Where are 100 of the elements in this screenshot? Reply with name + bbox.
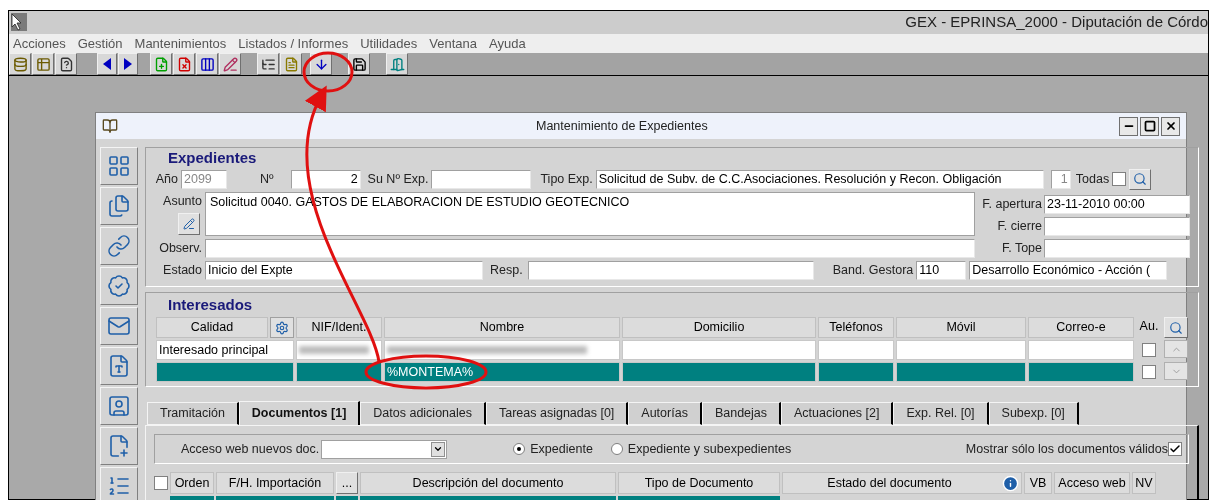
- menu-item[interactable]: Acciones: [13, 33, 66, 53]
- menu-item[interactable]: Gestión: [77, 33, 123, 53]
- input-field[interactable]: Solicitud de Subv. de C.C.Asociaciones. Resolución y Recon. Obligación: [595, 169, 1044, 189]
- tab[interactable]: Actuaciones [2]: [781, 402, 894, 425]
- tab[interactable]: Tareas asignadas [0]: [485, 402, 629, 425]
- side-toolbar-button[interactable]: [100, 427, 138, 465]
- column-header: NV: [1135, 474, 1153, 492]
- notepad-icon: [283, 56, 299, 72]
- toolbar-button[interactable]: [118, 53, 138, 75]
- menu-item[interactable]: Ventana: [429, 33, 477, 53]
- field-label: Expediente: [530, 440, 593, 458]
- more-button[interactable]: ...: [336, 472, 358, 494]
- search-button[interactable]: [1129, 168, 1152, 190]
- toolbar-button[interactable]: [55, 53, 77, 75]
- tab[interactable]: Datos adicionales: [360, 402, 486, 425]
- column-header: Au.: [1138, 318, 1160, 335]
- side-toolbar-button[interactable]: [100, 187, 138, 225]
- column-header: Teléfonos: [818, 317, 894, 338]
- input-field[interactable]: 110: [916, 261, 967, 280]
- radio-button[interactable]: [610, 443, 623, 455]
- field-label: Asunto: [163, 193, 202, 210]
- menu-item[interactable]: Mantenimientos: [134, 33, 227, 53]
- menu-item[interactable]: Ayuda: [489, 33, 526, 53]
- menu-item[interactable]: Listados / Informes: [238, 33, 349, 53]
- field-label: Su Nº Exp.: [367, 170, 429, 188]
- download-icon: [313, 56, 329, 72]
- input-field[interactable]: Inicio del Expte: [205, 261, 483, 280]
- app-icon: [11, 13, 27, 32]
- toolbar-button[interactable]: [32, 53, 54, 75]
- input-field[interactable]: 1: [1050, 169, 1071, 189]
- side-toolbar-button[interactable]: [100, 227, 138, 265]
- side-toolbar-button[interactable]: [100, 467, 138, 500]
- tab[interactable]: Documentos [1]: [238, 401, 361, 426]
- close-icon: [1164, 120, 1177, 132]
- field-label: F. cierre: [997, 218, 1042, 236]
- tab[interactable]: Exp. Rel. [0]: [893, 402, 989, 425]
- toolbar-button[interactable]: [257, 53, 279, 75]
- annotation-circle: [302, 51, 354, 93]
- side-toolbar-button[interactable]: [100, 147, 138, 185]
- radio-button[interactable]: [513, 443, 526, 455]
- checkbox[interactable]: [1142, 365, 1156, 379]
- checkbox[interactable]: [154, 476, 168, 490]
- input-field[interactable]: 23-11-2010 00:00: [1044, 195, 1190, 214]
- window-control-button[interactable]: [1119, 116, 1138, 136]
- checkbox[interactable]: [1168, 442, 1182, 456]
- field-label: Resp.: [490, 262, 523, 280]
- database-question-icon: [12, 56, 28, 72]
- tab[interactable]: Tramitación: [147, 402, 239, 425]
- menu-item[interactable]: Utilidades: [360, 33, 418, 53]
- window-control-button[interactable]: [1161, 116, 1180, 136]
- table-cell: %MONTEMA%: [384, 362, 620, 382]
- search-icon: [1133, 172, 1148, 186]
- column-header: Móvil: [896, 317, 1026, 338]
- column-header: Estado del documento: [827, 474, 952, 492]
- info-icon: [1002, 474, 1019, 492]
- side-toolbar-button[interactable]: [100, 267, 138, 305]
- input-field[interactable]: [1044, 239, 1190, 258]
- save-icon: [351, 56, 367, 72]
- group-heading: Expedientes: [167, 148, 258, 168]
- window-title: GEX - EPRINSA_2000 - Diputación de Córdo: [905, 12, 1208, 32]
- toolbar-button[interactable]: [196, 53, 218, 75]
- search-button[interactable]: [1164, 317, 1188, 338]
- tab[interactable]: Autorías: [628, 402, 702, 425]
- numbered-list-icon: [107, 474, 131, 498]
- input-field[interactable]: [431, 169, 532, 189]
- column-header: Calidad: [156, 317, 268, 338]
- tab[interactable]: Subexp. [0]: [988, 402, 1079, 425]
- field-label: Nº: [260, 170, 274, 188]
- column-header: Tipo de Documento: [644, 474, 754, 492]
- edit-text-icon: [183, 217, 195, 230]
- toolbar-button[interactable]: [97, 53, 117, 75]
- column-header: Orden: [174, 474, 210, 492]
- settings-button[interactable]: [270, 317, 294, 338]
- side-toolbar-button[interactable]: [100, 307, 138, 345]
- column-header: Nombre: [384, 317, 620, 338]
- field-label: Band. Gestora: [832, 262, 914, 280]
- input-field[interactable]: [1044, 217, 1190, 236]
- edit-text-button[interactable]: [178, 212, 200, 235]
- person-folder-icon: [107, 394, 131, 418]
- toolbar-button[interactable]: [9, 53, 31, 75]
- side-toolbar-button[interactable]: [100, 387, 138, 425]
- dropdown[interactable]: [321, 439, 448, 459]
- tab[interactable]: Bandejas: [701, 402, 781, 425]
- input-field[interactable]: Desarrollo Económico - Acción (: [969, 261, 1168, 280]
- question-file-icon: [58, 56, 74, 72]
- field-label: Acceso web nuevos doc.: [181, 440, 320, 458]
- field-label: Observ.: [158, 240, 202, 258]
- input-field[interactable]: 2: [290, 169, 361, 189]
- column-header: Acceso web: [1058, 474, 1126, 492]
- window-control-button[interactable]: [1140, 116, 1159, 136]
- column-header: VB: [1029, 474, 1047, 492]
- checkbox[interactable]: [1142, 343, 1156, 357]
- window-title: Mantenimiento de Expedientes: [536, 117, 708, 135]
- input-field[interactable]: [205, 239, 975, 258]
- field-label: Mostrar sólo los documentos válidos: [965, 440, 1168, 458]
- input-field[interactable]: [527, 261, 814, 280]
- checkbox[interactable]: [1112, 172, 1127, 186]
- toolbar-button[interactable]: [348, 53, 370, 75]
- side-toolbar-button[interactable]: [100, 347, 138, 385]
- field-label: Todas: [1075, 170, 1110, 188]
